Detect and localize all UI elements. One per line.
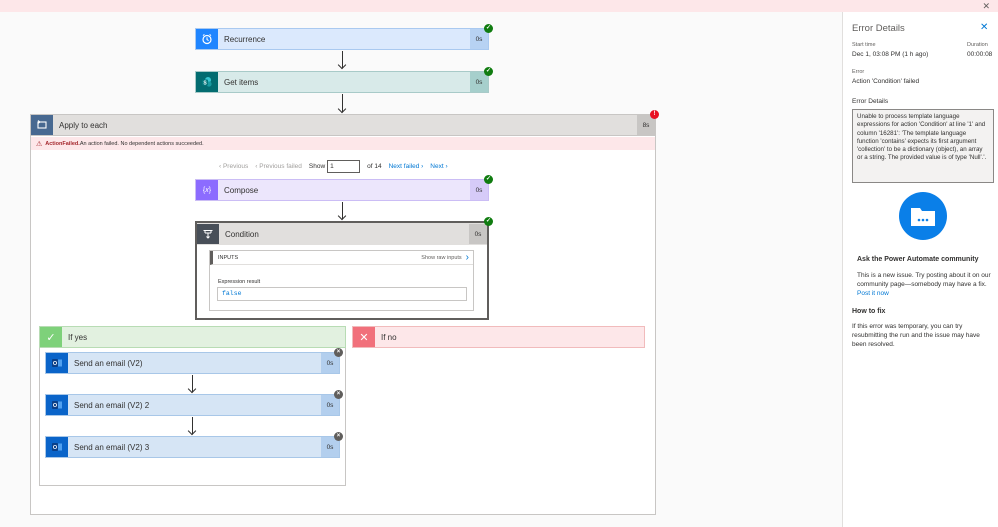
iteration-input[interactable]: 1 bbox=[327, 159, 361, 173]
send-email-action-2[interactable]: O Send an email (V2) 2 0s bbox=[45, 394, 340, 416]
start-time-value: Dec 1, 03:08 PM (1 h ago) bbox=[852, 51, 929, 58]
action-title: Send an email (V2) 2 bbox=[74, 400, 150, 410]
success-check-icon: ✓ bbox=[484, 67, 493, 76]
previous-link[interactable]: ‹ Previous bbox=[219, 163, 248, 170]
send-email-action-1[interactable]: O Send an email (V2) 0s bbox=[45, 352, 340, 374]
banner-bold: ActionFailed. bbox=[45, 140, 80, 147]
condition-inputs-box: INPUTS Show raw inputs › Expression resu… bbox=[209, 250, 474, 311]
svg-text:O: O bbox=[53, 403, 58, 409]
community-text: This is a new issue. Try posting about i… bbox=[857, 271, 993, 298]
send-email-action-3[interactable]: O Send an email (V2) 3 0s bbox=[45, 436, 340, 458]
folder-icon bbox=[899, 192, 947, 240]
action-title: Recurrence bbox=[224, 34, 266, 44]
inputs-header: INPUTS Show raw inputs › bbox=[210, 251, 473, 265]
of-count: of 14 bbox=[367, 162, 382, 170]
branch-title: If yes bbox=[68, 332, 88, 342]
failed-alert-icon: ! bbox=[650, 110, 659, 119]
iteration-pager: ‹ Previous ‹ Previous failed Show 1 of 1… bbox=[219, 159, 448, 173]
apply-to-each-header[interactable]: Apply to each 8s bbox=[30, 114, 656, 136]
alarm-clock-icon bbox=[196, 29, 218, 49]
if-yes-header[interactable]: ✓ If yes bbox=[39, 326, 346, 348]
check-icon: ✓ bbox=[40, 327, 62, 347]
expression-result-value: false bbox=[217, 287, 467, 301]
condition-icon bbox=[197, 224, 219, 244]
show-raw-inputs-button[interactable]: Show raw inputs › bbox=[421, 251, 469, 263]
community-title: Ask the Power Automate community bbox=[857, 256, 979, 263]
error-top-bar bbox=[0, 0, 998, 12]
warning-icon: ⚠ bbox=[36, 140, 43, 148]
duration-label: Duration bbox=[967, 42, 988, 48]
panel-title: Error Details bbox=[852, 23, 905, 34]
success-check-icon: ✓ bbox=[484, 217, 493, 226]
error-details-panel: Error Details ✕ Start time Dec 1, 03:08 … bbox=[842, 12, 998, 527]
compose-action[interactable]: {x} Compose 0s bbox=[195, 179, 489, 201]
svg-text:O: O bbox=[53, 361, 58, 367]
get-items-action[interactable]: S Get items 0s bbox=[195, 71, 489, 93]
error-details-textarea[interactable]: Unable to process template language expr… bbox=[852, 109, 994, 183]
previous-failed-link[interactable]: ‹ Previous failed bbox=[255, 163, 302, 170]
error-label: Error bbox=[852, 69, 865, 75]
error-value: Action 'Condition' failed bbox=[852, 78, 920, 85]
action-title: Compose bbox=[224, 185, 259, 195]
show-raw-label: Show raw inputs bbox=[421, 254, 462, 261]
branch-title: If no bbox=[381, 332, 397, 342]
loop-icon bbox=[31, 115, 53, 135]
x-icon: ✕ bbox=[353, 327, 375, 347]
outlook-icon: O bbox=[46, 437, 68, 457]
skipped-x-icon: × bbox=[334, 348, 343, 357]
skipped-x-icon: × bbox=[334, 390, 343, 399]
how-to-fix-text: If this error was temporary, you can try… bbox=[852, 323, 980, 348]
action-title: Condition bbox=[225, 229, 259, 239]
action-failed-banner: ⚠ ActionFailed. An action failed. No dep… bbox=[31, 137, 655, 150]
panel-close-icon[interactable]: ✕ bbox=[980, 22, 988, 33]
success-check-icon: ✓ bbox=[484, 175, 493, 184]
start-time-label: Start time bbox=[852, 42, 876, 48]
error-details-label: Error Details bbox=[852, 98, 889, 105]
sharepoint-icon: S bbox=[196, 72, 218, 92]
banner-text: An action failed. No dependent actions s… bbox=[79, 140, 204, 147]
community-body: This is a new issue. Try posting about i… bbox=[857, 272, 991, 288]
post-it-now-link[interactable]: Post it now bbox=[857, 290, 889, 297]
action-title: Send an email (V2) 3 bbox=[74, 442, 150, 452]
how-to-fix-title: How to fix bbox=[852, 308, 886, 315]
outlook-icon: O bbox=[46, 353, 68, 373]
chevron-right-icon: › bbox=[465, 251, 469, 263]
outlook-icon: O bbox=[46, 395, 68, 415]
svg-text:O: O bbox=[53, 445, 58, 451]
action-title: Apply to each bbox=[59, 120, 108, 130]
action-title: Send an email (V2) bbox=[74, 358, 143, 368]
recurrence-action[interactable]: Recurrence 0s bbox=[195, 28, 489, 50]
action-duration: 0s bbox=[469, 224, 487, 244]
next-failed-link[interactable]: Next failed › bbox=[389, 163, 424, 170]
if-no-header[interactable]: ✕ If no bbox=[352, 326, 645, 348]
skipped-x-icon: × bbox=[334, 432, 343, 441]
success-check-icon: ✓ bbox=[484, 24, 493, 33]
next-link[interactable]: Next › bbox=[430, 163, 447, 170]
show-label: Show bbox=[308, 162, 326, 170]
duration-value: 00:00:08 bbox=[967, 51, 993, 58]
condition-header[interactable]: Condition 0s bbox=[197, 223, 487, 245]
close-icon[interactable]: ✕ bbox=[982, 1, 990, 11]
action-title: Get items bbox=[224, 77, 259, 87]
compose-icon: {x} bbox=[196, 180, 218, 200]
inputs-label: INPUTS bbox=[218, 254, 239, 261]
expression-result-label: Expression result bbox=[218, 279, 261, 285]
